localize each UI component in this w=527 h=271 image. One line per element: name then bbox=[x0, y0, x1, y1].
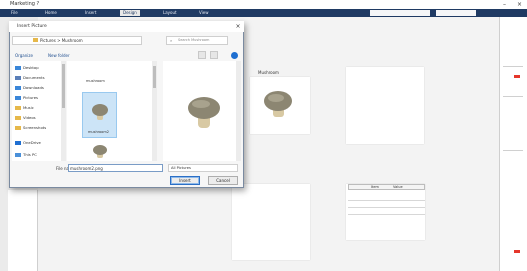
preview-pane bbox=[163, 61, 241, 161]
table-header-value: Value bbox=[393, 185, 403, 189]
cancel-button[interactable]: Cancel bbox=[208, 176, 238, 185]
app-title: Marketing ? bbox=[10, 1, 40, 7]
nav-icon-screenshots bbox=[15, 126, 21, 130]
image-card-label: Mushroom bbox=[258, 70, 279, 75]
folder-icon bbox=[33, 38, 38, 42]
left-pane[interactable] bbox=[8, 190, 38, 271]
nav-item-this-pc[interactable]: This PC bbox=[23, 152, 37, 157]
organize-button[interactable]: Organize bbox=[15, 53, 33, 58]
tab-design[interactable]: Design bbox=[120, 10, 140, 16]
panel-red-marker bbox=[514, 75, 520, 78]
mushroom-image bbox=[188, 97, 220, 128]
nav-icon-desktop bbox=[15, 66, 21, 70]
file-name-value: mushroom2.png bbox=[70, 166, 103, 171]
search-icon: ⌕ bbox=[170, 38, 173, 43]
table-row bbox=[348, 214, 425, 215]
minimize-icon[interactable]: – bbox=[500, 0, 509, 9]
blank-card-bottom[interactable] bbox=[232, 184, 310, 260]
nav-item-pictures[interactable]: Pictures bbox=[23, 95, 38, 100]
image-card[interactable] bbox=[250, 77, 310, 134]
nav-scrollbar-thumb[interactable] bbox=[62, 64, 65, 108]
close-icon[interactable]: × bbox=[515, 0, 524, 9]
view-options-button[interactable] bbox=[198, 51, 206, 59]
new-folder-button[interactable]: New folder bbox=[48, 53, 70, 58]
blank-card-top-right[interactable] bbox=[346, 67, 424, 144]
tab-layout[interactable]: Layout bbox=[160, 10, 180, 16]
tab-file[interactable]: File bbox=[8, 10, 21, 16]
nav-icon-this-pc bbox=[15, 153, 21, 157]
app-titlebar bbox=[0, 0, 527, 9]
nav-icon-music bbox=[15, 106, 21, 110]
help-icon[interactable] bbox=[231, 52, 238, 59]
dialog-command-bar bbox=[12, 51, 241, 60]
dialog-close-icon[interactable]: × bbox=[232, 21, 244, 32]
preview-pane-button[interactable] bbox=[210, 51, 218, 59]
tab-home[interactable]: Home bbox=[42, 10, 60, 16]
panel-divider bbox=[503, 150, 523, 151]
table-header-item: Item bbox=[371, 185, 379, 189]
mushroom-thumbnail bbox=[93, 145, 107, 158]
table-row bbox=[348, 207, 425, 208]
panel-red-marker bbox=[514, 250, 520, 253]
preview-scrollbar[interactable] bbox=[236, 61, 241, 161]
file-item[interactable]: mushroom bbox=[82, 67, 117, 89]
nav-icon-documents bbox=[15, 76, 21, 80]
panel-divider bbox=[503, 66, 523, 67]
file-item-selected[interactable]: mushroom2 bbox=[82, 92, 117, 138]
right-panel[interactable] bbox=[499, 17, 527, 271]
address-path: Pictures > Mushroom bbox=[40, 38, 83, 43]
file-type-value: All Pictures bbox=[171, 166, 191, 170]
tab-view[interactable]: View bbox=[196, 10, 212, 16]
nav-icon-onedrive bbox=[15, 141, 21, 145]
nav-item-videos[interactable]: Videos bbox=[23, 115, 36, 120]
nav-icon-videos bbox=[15, 116, 21, 120]
table-header: Item Value bbox=[348, 184, 425, 190]
insert-button[interactable]: Insert bbox=[170, 176, 200, 185]
tab-insert[interactable]: Insert bbox=[82, 10, 99, 16]
mushroom-thumbnail bbox=[92, 104, 108, 120]
file-item-name: mushroom2 bbox=[88, 130, 109, 134]
nav-item-screenshots[interactable]: Screenshots bbox=[23, 125, 46, 130]
table-card[interactable] bbox=[346, 184, 425, 240]
file-item-name: mushroom bbox=[86, 79, 105, 83]
dialog-title: Insert Picture bbox=[17, 24, 47, 29]
nav-item-downloads[interactable]: Downloads bbox=[23, 85, 44, 90]
ribbon-search-box[interactable] bbox=[370, 10, 430, 16]
nav-icon-downloads bbox=[15, 86, 21, 90]
nav-item-desktop[interactable]: Desktop bbox=[23, 65, 39, 70]
nav-item-music[interactable]: Music bbox=[23, 105, 34, 110]
nav-icon-pictures bbox=[15, 96, 21, 100]
file-list-scrollbar-thumb[interactable] bbox=[153, 66, 156, 88]
dialog-search-placeholder: Search Mushroom bbox=[178, 38, 210, 42]
file-item[interactable] bbox=[82, 141, 117, 161]
mushroom-image bbox=[264, 91, 292, 117]
panel-divider bbox=[503, 96, 523, 97]
nav-item-documents[interactable]: Documents bbox=[23, 75, 45, 80]
nav-item-onedrive[interactable]: OneDrive bbox=[23, 140, 41, 145]
table-row bbox=[348, 200, 425, 201]
ribbon-account-area[interactable] bbox=[436, 10, 476, 16]
